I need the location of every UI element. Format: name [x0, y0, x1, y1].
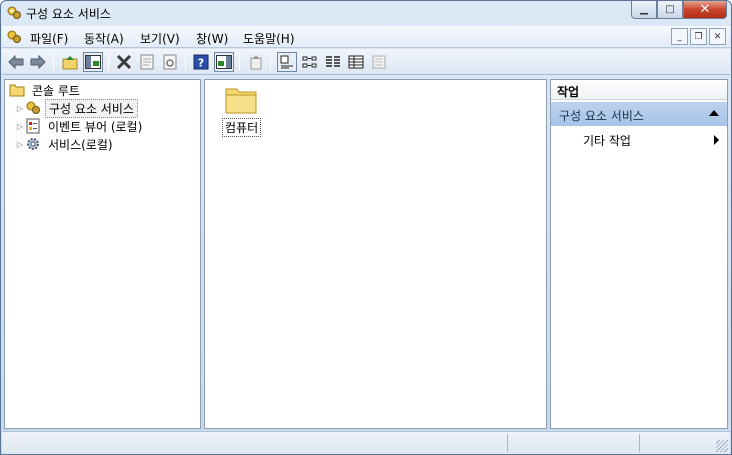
delete-button[interactable]	[114, 52, 134, 72]
mdi-close-button[interactable]: ✕	[709, 28, 726, 45]
menu-window[interactable]: 창(W)	[196, 30, 228, 47]
app-window: 구성 요소 서비스 ▁ □ ✕ 파일(F) 동작(A) 보기(V) 창(W) 도…	[0, 0, 732, 455]
forward-button[interactable]	[28, 52, 48, 72]
export-list-button[interactable]	[246, 52, 266, 72]
maximize-button[interactable]: □	[657, 1, 683, 19]
properties-view-button[interactable]	[369, 52, 389, 72]
up-folder-icon	[62, 56, 78, 70]
tree-item-label: 구성 요소 서비스	[45, 98, 138, 118]
caption-buttons: ▁ □ ✕	[631, 1, 727, 19]
back-button[interactable]	[6, 52, 26, 72]
action-more-actions[interactable]: 기타 작업	[551, 130, 727, 148]
show-hide-tree-icon	[85, 55, 101, 69]
status-cell	[507, 434, 639, 452]
small-icons-view-icon	[302, 56, 317, 68]
content-pane[interactable]: 컴퓨터	[204, 79, 547, 429]
tree-item-console-root[interactable]: 콘솔 루트	[9, 81, 83, 99]
expand-arrow-icon[interactable]: ▷	[15, 121, 25, 131]
expand-arrow-icon[interactable]: ▷	[15, 103, 25, 113]
svg-text:?: ?	[198, 57, 204, 70]
action-label: 기타 작업	[583, 134, 631, 148]
tree-item-component-services[interactable]: ▷ 구성 요소 서비스	[15, 98, 138, 118]
submenu-arrow-icon	[714, 135, 719, 145]
actions-section-label: 구성 요소 서비스	[559, 109, 644, 123]
toolbar-separator	[53, 53, 54, 71]
list-view-icon	[326, 56, 340, 67]
tree-item-label: 서비스(로컬)	[48, 137, 113, 152]
show-hide-action-pane-icon	[216, 55, 232, 69]
help-button[interactable]: ?	[191, 52, 211, 72]
toolbar-separator	[270, 53, 271, 71]
status-bar	[2, 431, 730, 454]
actions-section-component-services[interactable]: 구성 요소 서비스	[551, 102, 727, 126]
small-icons-view-button[interactable]	[300, 52, 320, 72]
tree-item-label: 콘솔 루트	[32, 83, 80, 98]
properties-button[interactable]	[137, 52, 157, 72]
tree-item-label: 이벤트 뷰어 (로컬)	[48, 119, 143, 134]
folder-icon	[9, 84, 25, 97]
menu-view[interactable]: 보기(V)	[140, 30, 180, 47]
event-viewer-icon	[26, 118, 40, 134]
menu-help[interactable]: 도움말(H)	[243, 30, 295, 47]
properties-view-icon	[372, 55, 386, 69]
component-services-icon	[7, 6, 21, 19]
refresh-icon	[163, 54, 177, 70]
mdi-buttons: _ ❐ ✕	[671, 28, 726, 45]
component-services-menu-icon[interactable]	[6, 29, 22, 45]
properties-icon	[140, 54, 154, 70]
title-bar[interactable]: 구성 요소 서비스 ▁ □ ✕	[1, 1, 731, 25]
component-services-icon	[26, 101, 40, 114]
mdi-restore-button[interactable]: ❐	[690, 28, 707, 45]
gear-icon	[27, 138, 39, 150]
collapse-triangle-icon[interactable]	[709, 110, 719, 116]
detail-view-button[interactable]	[346, 52, 366, 72]
tree-pane[interactable]: 콘솔 루트 ▷ 구성 요소 서비스 ▷ 이벤트 뷰어 (로컬) ▷ 서비스(로컬…	[4, 79, 201, 429]
tree-item-services[interactable]: ▷ 서비스(로컬)	[15, 135, 116, 153]
back-arrow-icon	[8, 55, 24, 69]
delete-icon	[116, 54, 132, 70]
menu-bar: 파일(F) 동작(A) 보기(V) 창(W) 도움말(H) _ ❐ ✕	[2, 26, 730, 48]
expand-arrow-icon[interactable]: ▷	[15, 139, 25, 149]
actions-header: 작업	[551, 80, 727, 100]
show-hide-tree-button[interactable]	[83, 52, 103, 72]
toolbar: ?	[2, 49, 730, 75]
list-view-button[interactable]	[323, 52, 343, 72]
mdi-minimize-button[interactable]: _	[671, 28, 688, 45]
export-icon	[250, 55, 262, 70]
content-item-label: 컴퓨터	[222, 118, 262, 137]
folder-icon	[225, 88, 257, 114]
toolbar-separator	[108, 53, 109, 71]
menu-action[interactable]: 동작(A)	[84, 30, 124, 47]
large-icons-view-button[interactable]	[277, 52, 297, 72]
menu-file[interactable]: 파일(F)	[30, 30, 68, 47]
large-icons-view-icon	[280, 55, 293, 69]
actions-pane: 작업 구성 요소 서비스 기타 작업	[550, 79, 728, 429]
toolbar-separator	[185, 53, 186, 71]
show-hide-action-pane-button[interactable]	[214, 52, 234, 72]
help-icon: ?	[193, 54, 209, 70]
up-one-level-button[interactable]	[60, 52, 80, 72]
forward-arrow-icon	[30, 55, 46, 69]
refresh-button[interactable]	[160, 52, 180, 72]
close-button[interactable]: ✕	[683, 1, 727, 19]
detail-view-icon	[348, 55, 364, 69]
tree-item-event-viewer[interactable]: ▷ 이벤트 뷰어 (로컬)	[15, 117, 145, 135]
resize-grip-icon[interactable]	[716, 440, 728, 452]
minimize-button[interactable]: ▁	[631, 1, 657, 19]
toolbar-separator	[239, 53, 240, 71]
window-title: 구성 요소 서비스	[26, 7, 111, 21]
